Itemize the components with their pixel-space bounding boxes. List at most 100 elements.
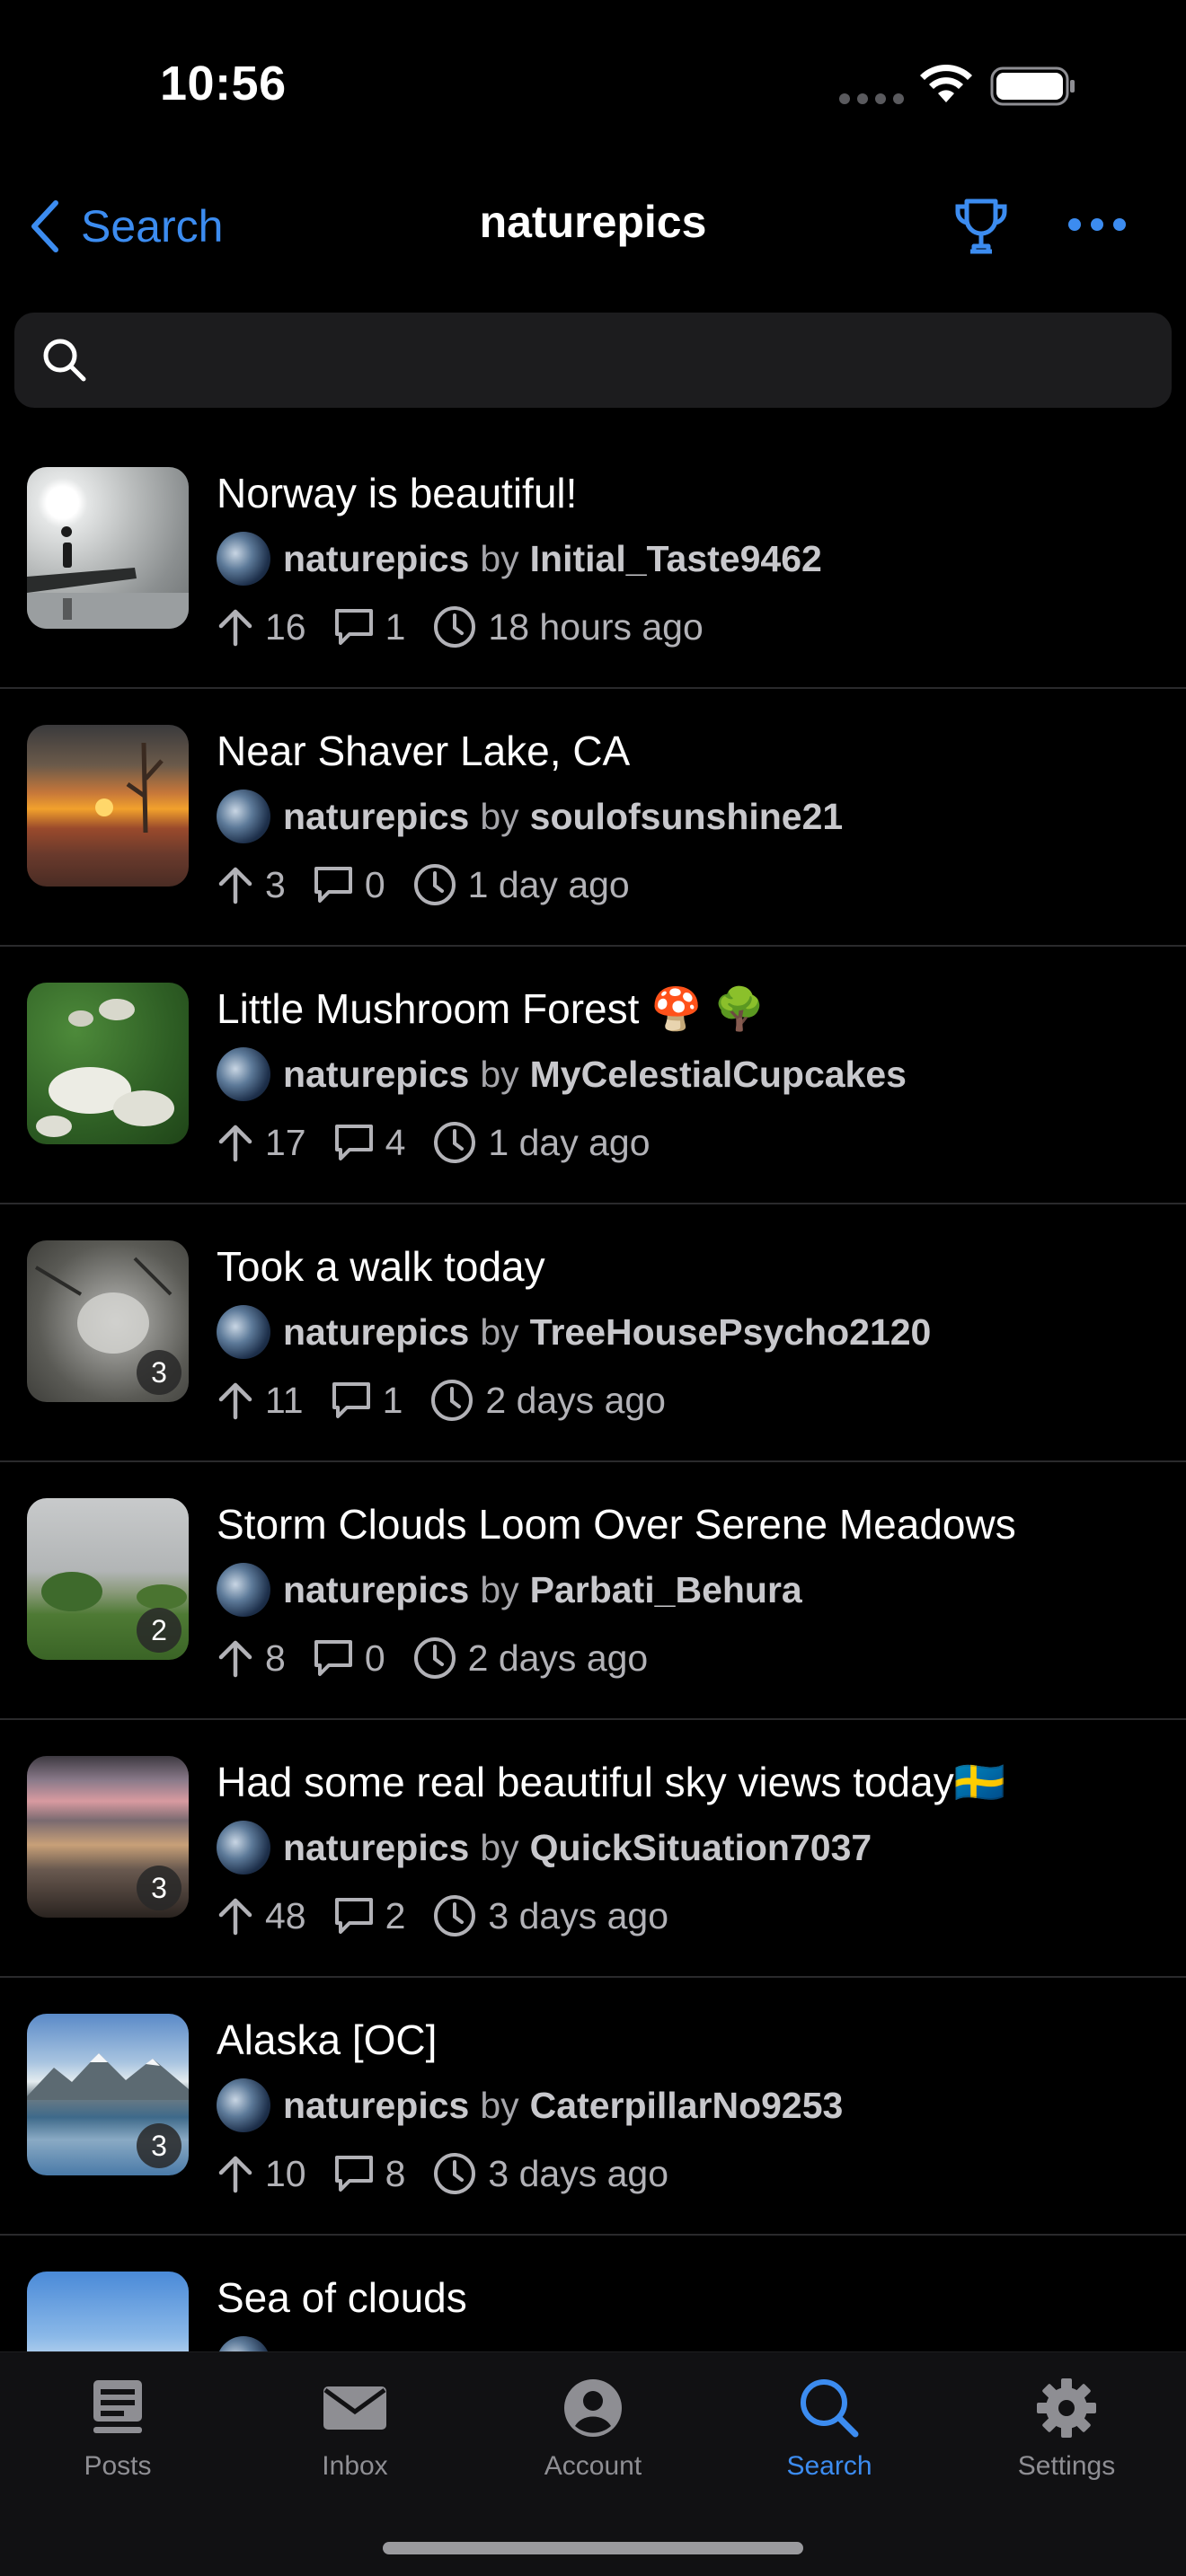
post-title[interactable]: Storm Clouds Loom Over Serene Meadows [217,1500,1016,1548]
account-icon [564,2379,622,2437]
post-row[interactable]: Little Mushroom Forest 🍄 🌳 naturepics by… [0,947,1186,1204]
author-name[interactable]: QuickSituation7037 [530,1827,872,1869]
posts-icon [93,2380,142,2433]
community-name[interactable]: naturepics [283,796,469,838]
post-thumbnail[interactable]: 3 [27,1240,189,1402]
chevron-left-icon [31,200,58,252]
comment-stat[interactable]: 8 [333,2153,405,2195]
home-indicator[interactable] [383,2542,803,2554]
comment-icon [332,1382,370,1418]
upvote-stat[interactable]: 3 [217,864,286,906]
time-stat: 3 days ago [432,1893,668,1938]
comment-icon [334,1125,373,1160]
tab-inbox[interactable]: Inbox [265,2370,445,2482]
post-stats: 8 0 2 days ago [217,1631,648,1685]
post-title[interactable]: Sea of clouds [217,2273,467,2322]
author-name[interactable]: soulofsunshine21 [530,796,844,838]
author-name[interactable]: Initial_Taste9462 [530,538,822,580]
comment-count: 1 [385,605,406,648]
community-name[interactable]: naturepics [283,1569,469,1611]
community-avatar[interactable] [217,1563,270,1617]
author-name[interactable]: CaterpillarNo9253 [530,2085,844,2127]
community-avatar[interactable] [217,1821,270,1875]
post-row[interactable]: Sea of clouds [0,2236,1186,2351]
comment-stat[interactable]: 0 [313,1637,385,1680]
time-stat: 2 days ago [412,1636,648,1681]
community-avatar[interactable] [217,2078,270,2132]
clock-icon [431,1380,474,1421]
upvote-stat[interactable]: 16 [217,606,306,648]
tab-posts[interactable]: Posts [28,2370,208,2482]
community-name[interactable]: naturepics [283,1827,469,1869]
post-row[interactable]: 3 Alaska [OC] naturepics by CaterpillarN… [0,1978,1186,2236]
community-avatar[interactable] [217,2336,270,2351]
community-name[interactable]: naturepics [283,538,469,580]
image-count-badge: 3 [137,1866,181,1910]
post-row[interactable]: Near Shaver Lake, CA naturepics by soulo… [0,689,1186,947]
by-label: by [480,2084,519,2126]
post-thumbnail[interactable]: 3 [27,1756,189,1918]
post-row[interactable]: Norway is beautiful! naturepics by Initi… [0,431,1186,689]
post-list[interactable]: Norway is beautiful! naturepics by Initi… [0,431,1186,2351]
post-title[interactable]: Alaska [OC] [217,2016,437,2064]
trophy-icon[interactable] [952,196,1010,257]
community-name[interactable]: naturepics [283,1054,469,1096]
author-name[interactable]: MyCelestialCupcakes [530,1054,907,1096]
tab-search[interactable]: Search [739,2370,919,2482]
post-title[interactable]: Near Shaver Lake, CA [217,727,630,775]
comment-icon [334,609,373,645]
post-thumbnail[interactable] [27,2272,189,2351]
post-thumbnail[interactable]: 2 [27,1498,189,1660]
by-label: by [480,1310,519,1353]
community-name[interactable]: naturepics [283,2085,469,2127]
more-icon[interactable] [1066,216,1128,234]
post-title[interactable]: Took a walk today [217,1242,545,1291]
author-name[interactable]: TreeHousePsycho2120 [530,1311,932,1354]
post-title[interactable]: Little Mushroom Forest 🍄 🌳 [217,984,766,1034]
inbox-icon [323,2386,386,2430]
comment-stat[interactable]: 2 [333,1895,405,1937]
post-thumbnail[interactable]: 3 [27,2014,189,2175]
post-time: 3 days ago [488,2152,669,2194]
upvote-stat[interactable]: 8 [217,1637,286,1680]
by-label: by [480,795,519,837]
upvote-stat[interactable]: 10 [217,2153,306,2195]
post-thumbnail[interactable] [27,725,189,887]
comment-stat[interactable]: 1 [331,1380,403,1422]
post-stats: 17 4 1 day ago [217,1116,651,1169]
post-row[interactable]: 2 Storm Clouds Loom Over Serene Meadows … [0,1462,1186,1720]
post-title[interactable]: Norway is beautiful! [217,469,577,517]
comment-stat[interactable]: 0 [313,864,385,906]
arrow-up-icon [218,1125,252,1162]
arrow-up-icon [218,1898,252,1936]
comment-stat[interactable]: 1 [333,605,406,648]
post-thumbnail[interactable] [27,467,189,629]
community-name[interactable]: naturepics [283,1311,469,1354]
community-avatar[interactable] [217,1047,270,1101]
author-name[interactable]: Parbati_Behura [530,1569,802,1611]
community-avatar[interactable] [217,532,270,586]
comment-icon [334,1898,373,1934]
post-thumbnail[interactable] [27,983,189,1144]
post-title[interactable]: Had some real beautiful sky views today🇸… [217,1758,1005,1807]
post-row[interactable]: 3 Took a walk today naturepics by TreeHo… [0,1204,1186,1462]
upvote-stat[interactable]: 48 [217,1895,306,1937]
community-avatar[interactable] [217,790,270,843]
time-stat: 2 days ago [429,1378,666,1423]
community-avatar[interactable] [217,1305,270,1359]
post-time: 1 day ago [467,863,630,905]
tab-settings[interactable]: Settings [977,2370,1156,2482]
tab-account[interactable]: Account [503,2370,683,2482]
upvote-stat[interactable]: 11 [217,1380,304,1422]
upvote-count: 17 [265,1121,306,1163]
back-button[interactable]: Search [27,199,223,253]
clock-icon [413,1637,456,1679]
upvote-stat[interactable]: 17 [217,1122,306,1164]
search-input[interactable] [104,313,1146,408]
post-time: 2 days ago [485,1379,666,1421]
by-label: by [480,1568,519,1610]
comment-stat[interactable]: 4 [333,1122,405,1164]
post-row[interactable]: 3 Had some real beautiful sky views toda… [0,1720,1186,1978]
post-stats: 48 2 3 days ago [217,1889,668,1943]
search-field[interactable] [14,313,1172,408]
